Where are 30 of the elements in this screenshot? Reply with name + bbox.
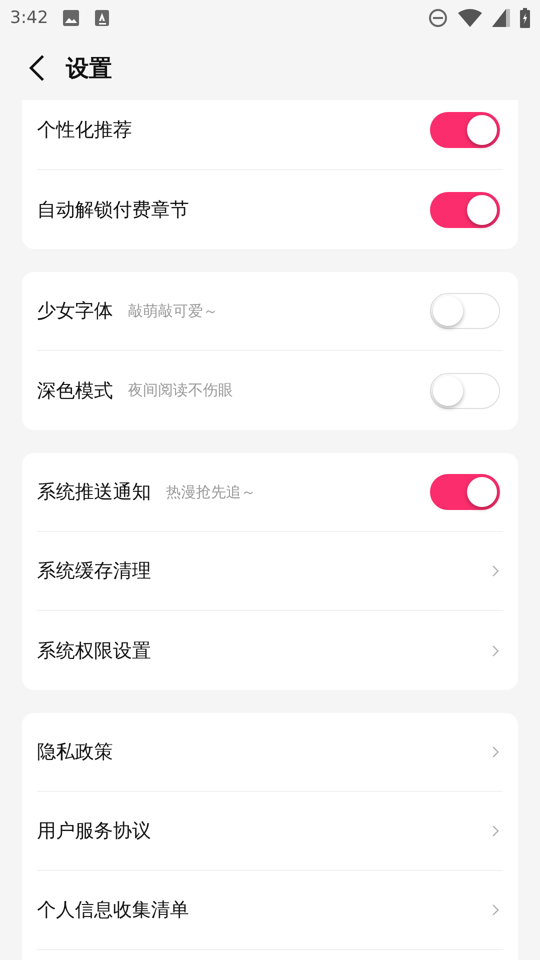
toggle-switch[interactable] [430,192,500,228]
signal-icon [492,9,510,27]
setting-label: 自动解锁付费章节 [37,198,189,222]
setting-hint: 敲萌敲可爱～ [128,302,218,320]
chevron-right-icon[interactable] [492,644,499,656]
status-time: 3:42 [10,8,48,28]
toggle-switch[interactable] [430,474,500,510]
setting-label: 系统缓存清理 [37,559,151,584]
image-icon [62,9,80,27]
setting-label: 隐私政策 [37,740,113,765]
setting-label: 个性化推荐 [37,118,132,143]
setting-label: 深色模式 [37,378,113,404]
setting-label: 少女字体 [37,299,113,324]
do-not-disturb-icon [428,8,448,28]
setting-hint: 热漫抢先追～ [166,482,256,502]
wifi-icon [458,9,482,27]
setting-hint: 夜间阅读不伤眼 [128,381,233,400]
battery-icon [520,8,530,28]
chevron-right-icon[interactable] [492,565,499,577]
page-title: 设置 [66,54,112,84]
back-button[interactable] [28,54,46,82]
setting-label: 系统权限设置 [37,638,151,664]
setting-label: 用户服务协议 [37,819,151,844]
setting-label: 个人信息收集清单 [37,898,189,923]
chevron-right-icon[interactable] [492,746,499,758]
setting-label: 系统推送通知 [37,480,151,505]
chevron-right-icon[interactable] [492,825,499,837]
toggle-switch[interactable] [430,112,500,148]
font-icon [94,9,110,27]
chevron-right-icon[interactable] [492,904,499,916]
